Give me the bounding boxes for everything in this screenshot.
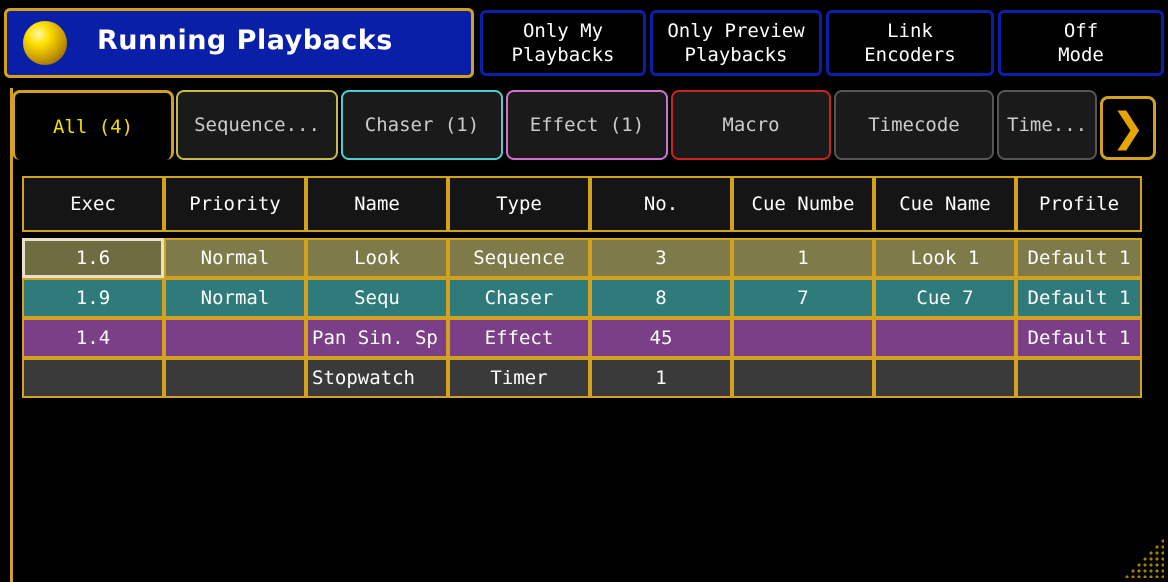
cell-exec[interactable] [22, 358, 164, 398]
tab-sequence[interactable]: Sequence... [176, 90, 338, 160]
cell-priority[interactable]: Normal [164, 278, 306, 318]
cell-no[interactable]: 8 [590, 278, 732, 318]
cell-cue-number[interactable]: 7 [732, 278, 874, 318]
column-header-cue-number[interactable]: Cue Numbe [732, 176, 874, 232]
tab-scroll-right-button[interactable]: ❯ [1100, 96, 1156, 160]
cell-no[interactable]: 3 [590, 238, 732, 278]
tab-label: Chaser (1) [364, 114, 480, 136]
tab-label: All (4) [52, 115, 134, 138]
cell-exec[interactable]: 1.9 [22, 278, 164, 318]
button-label-line1: Link [887, 20, 933, 42]
tab-chaser[interactable]: Chaser (1) [341, 90, 503, 160]
cell-name[interactable]: Pan Sin. Sp [306, 318, 448, 358]
cell-name[interactable]: Sequ [306, 278, 448, 318]
resize-grip-icon[interactable] [1124, 538, 1164, 578]
button-label-line1: Only My [522, 20, 604, 42]
cell-type[interactable]: Timer [448, 358, 590, 398]
cell-cue-number[interactable] [732, 318, 874, 358]
only-my-playbacks-button[interactable]: Only My Playbacks [480, 10, 646, 76]
column-header-no[interactable]: No. [590, 176, 732, 232]
cell-profile[interactable]: Default 1 [1016, 238, 1142, 278]
chevron-right-icon: ❯ [1111, 105, 1145, 151]
off-mode-button[interactable]: Off Mode [998, 10, 1164, 76]
column-header-type[interactable]: Type [448, 176, 590, 232]
tab-all[interactable]: All (4) [12, 90, 174, 160]
button-label-line2: Playbacks [511, 44, 615, 66]
tab-label: Sequence... [194, 114, 320, 136]
column-header-exec[interactable]: Exec [22, 176, 164, 232]
window-title: Running Playbacks [97, 25, 393, 56]
cell-cue-name[interactable] [874, 358, 1016, 398]
column-header-name[interactable]: Name [306, 176, 448, 232]
only-preview-playbacks-button[interactable]: Only Preview Playbacks [650, 10, 822, 76]
cell-type[interactable]: Chaser [448, 278, 590, 318]
tab-effect[interactable]: Effect (1) [506, 90, 668, 160]
column-header-profile[interactable]: Profile [1016, 176, 1142, 232]
cell-name[interactable]: Look [306, 238, 448, 278]
link-encoders-button[interactable]: Link Encoders [826, 10, 994, 76]
tab-timer[interactable]: Time... [997, 90, 1097, 160]
column-header-cue-name[interactable]: Cue Name [874, 176, 1016, 232]
cell-priority[interactable] [164, 318, 306, 358]
yellow-sphere-icon [23, 21, 67, 65]
cell-type[interactable]: Effect [448, 318, 590, 358]
cell-cue-name[interactable]: Cue 7 [874, 278, 1016, 318]
cell-no[interactable]: 45 [590, 318, 732, 358]
button-label-line1: Only Preview [667, 20, 805, 42]
tab-label: Effect (1) [529, 114, 645, 136]
cell-exec[interactable]: 1.4 [22, 318, 164, 358]
cell-profile[interactable]: Default 1 [1016, 278, 1142, 318]
tab-label: Timecode [868, 114, 960, 136]
cell-exec[interactable]: 1.6 [22, 238, 164, 278]
cell-type[interactable]: Sequence [448, 238, 590, 278]
cell-cue-number[interactable] [732, 358, 874, 398]
button-label-line1: Off [1063, 20, 1099, 42]
cell-cue-number[interactable]: 1 [732, 238, 874, 278]
cell-cue-name[interactable] [874, 318, 1016, 358]
window-title-box[interactable]: Running Playbacks [4, 8, 474, 78]
button-label-line2: Mode [1058, 44, 1104, 66]
cell-priority[interactable] [164, 358, 306, 398]
cell-priority[interactable]: Normal [164, 238, 306, 278]
tab-macro[interactable]: Macro [671, 90, 831, 160]
cell-no[interactable]: 1 [590, 358, 732, 398]
column-header-priority[interactable]: Priority [164, 176, 306, 232]
window-frame-left [10, 88, 13, 582]
button-label-line2: Encoders [864, 44, 956, 66]
title-bar: Running Playbacks Only My Playbacks Only… [0, 0, 1168, 80]
tab-timecode[interactable]: Timecode [834, 90, 994, 160]
cell-profile[interactable] [1016, 358, 1142, 398]
cell-name[interactable]: Stopwatch [306, 358, 448, 398]
tab-label: Macro [722, 114, 780, 136]
cell-cue-name[interactable]: Look 1 [874, 238, 1016, 278]
tab-label: Time... [1007, 114, 1088, 136]
cell-profile[interactable]: Default 1 [1016, 318, 1142, 358]
button-label-line2: Playbacks [684, 44, 788, 66]
